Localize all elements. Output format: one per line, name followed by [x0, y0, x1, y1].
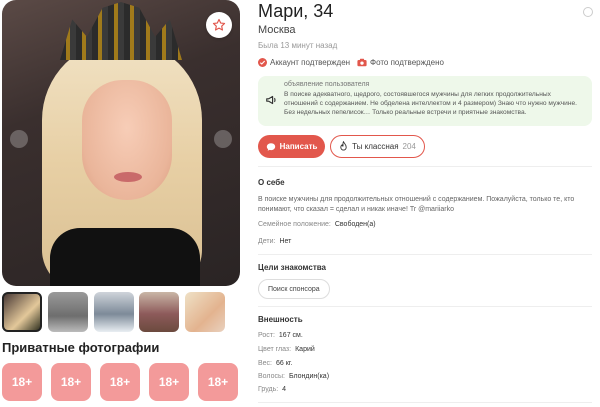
divider — [258, 402, 592, 403]
last-seen: Была 13 минут назад — [258, 41, 338, 50]
user-announcement: объявление пользователя В поиске адекват… — [258, 76, 592, 126]
private-photo-tile[interactable]: 18+ — [2, 363, 42, 401]
about-title: О себе — [258, 178, 285, 187]
kids-value: Нет — [279, 238, 292, 245]
profile-city: Москва — [258, 24, 296, 36]
write-message-button[interactable]: Написать — [258, 135, 325, 158]
camera-icon — [357, 58, 367, 67]
announcement-text: В поиске адекватного, щедрого, состоявше… — [284, 91, 577, 116]
about-text: В поиске мужчины для продолжительных отн… — [258, 196, 575, 213]
family-status-value: Свободен(а) — [334, 221, 376, 228]
private-photos-title: Приватные фотографии — [2, 340, 160, 355]
profile-name: Мари, 34 — [258, 1, 334, 21]
photo-crown — [60, 2, 182, 60]
hair-field: Волосы: Блондин(ка) — [258, 373, 329, 380]
next-photo-arrow[interactable] — [214, 130, 232, 148]
appearance-title: Внешность — [258, 315, 303, 324]
eye-color-value: Карий — [295, 346, 315, 353]
compliment-button[interactable]: Ты классная 204 — [330, 135, 425, 158]
goals-title: Цели знакомства — [258, 263, 326, 272]
photo-lips — [114, 172, 142, 182]
thumbnail[interactable] — [2, 292, 42, 332]
weight-field: Вес: 66 кг. — [258, 360, 292, 367]
hair-value: Блондин(ка) — [288, 373, 330, 380]
goal-chip: Поиск спонсора — [258, 279, 330, 299]
height-field: Рост: 167 см. — [258, 332, 303, 339]
compliment-count: 204 — [402, 142, 416, 151]
more-menu-button[interactable] — [583, 7, 593, 17]
thumbnail[interactable] — [185, 292, 225, 332]
favorite-button[interactable] — [206, 12, 232, 38]
account-verified-badge: Аккаунт подтвержден — [258, 58, 350, 67]
megaphone-icon — [266, 95, 276, 105]
chest-value: 4 — [282, 386, 287, 393]
account-verified-label: Аккаунт подтвержден — [270, 58, 351, 67]
chat-icon — [266, 142, 275, 151]
chest-field: Грудь: 4 — [258, 386, 286, 393]
hair-label: Волосы: — [258, 373, 285, 380]
family-status-label: Семейное положение: — [258, 221, 331, 228]
private-photo-tile[interactable]: 18+ — [149, 363, 189, 401]
flame-icon — [340, 141, 347, 151]
kids-label: Дети: — [258, 238, 276, 245]
write-message-label: Написать — [279, 142, 318, 151]
star-icon — [212, 18, 226, 31]
main-photo[interactable] — [2, 0, 240, 286]
divider — [258, 166, 592, 167]
private-photos-row: 18+ 18+ 18+ 18+ 18+ — [2, 363, 240, 401]
check-circle-icon — [258, 58, 267, 67]
height-value: 167 см. — [278, 332, 303, 339]
private-photo-tile[interactable]: 18+ — [100, 363, 140, 401]
chest-label: Грудь: — [258, 386, 279, 393]
eye-color-label: Цвет глаз: — [258, 346, 292, 353]
family-status-field: Семейное положение: Свободен(а) — [258, 221, 376, 228]
eye-color-field: Цвет глаз: Карий — [258, 346, 315, 353]
divider — [258, 306, 592, 307]
height-label: Рост: — [258, 332, 275, 339]
kids-field: Дети: Нет — [258, 238, 291, 245]
thumbnail[interactable] — [139, 292, 179, 332]
prev-photo-arrow[interactable] — [10, 130, 28, 148]
thumbnail[interactable] — [48, 292, 88, 332]
photo-thumbnails — [2, 292, 240, 332]
private-photo-tile[interactable]: 18+ — [51, 363, 91, 401]
weight-label: Вес: — [258, 360, 273, 367]
photo-verified-badge: Фото подтверждено — [357, 58, 444, 67]
private-photo-tile[interactable]: 18+ — [198, 363, 238, 401]
announcement-title: объявление пользователя — [284, 81, 370, 88]
photo-verified-label: Фото подтверждено — [370, 58, 444, 67]
weight-value: 66 кг. — [276, 360, 293, 367]
thumbnail[interactable] — [94, 292, 134, 332]
compliment-label: Ты классная — [352, 142, 399, 151]
divider — [258, 254, 592, 255]
photo-face — [82, 80, 172, 200]
photo-dress — [50, 228, 200, 286]
